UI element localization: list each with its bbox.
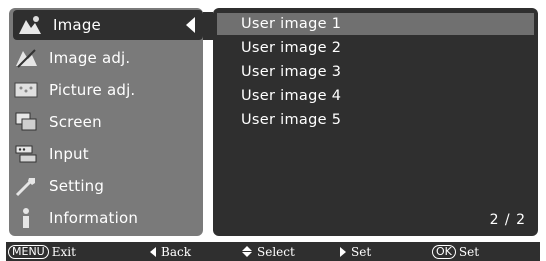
back-hint: Back: [150, 244, 191, 259]
menu-item-information[interactable]: Information: [9, 203, 203, 233]
menu-item-screen[interactable]: Screen: [9, 107, 203, 137]
menu-item-picture-adj[interactable]: Picture adj.: [9, 75, 203, 105]
menu-key-icon: MENU: [8, 244, 49, 259]
option-user-image-2[interactable]: User image 2: [227, 37, 527, 59]
exit-label: Exit: [51, 244, 76, 259]
information-icon: [9, 205, 43, 231]
menu-item-setting[interactable]: Setting: [9, 171, 203, 201]
left-arrow-icon: [150, 246, 156, 257]
menu-connector: [203, 12, 213, 40]
menu-item-label: Information: [49, 209, 139, 227]
ok-key-icon: OK: [432, 244, 456, 259]
up-down-arrow-icon: [242, 246, 252, 257]
page-indicator: 2 / 2: [489, 212, 526, 228]
exit-hint: MENU Exit: [8, 244, 76, 259]
setting-icon: [9, 173, 43, 199]
menu-item-label: Screen: [49, 113, 102, 131]
menu-item-input[interactable]: Input: [9, 139, 203, 169]
image-icon: [13, 12, 47, 38]
menu-item-label: Picture adj.: [49, 81, 136, 99]
screen-icon: [9, 109, 43, 135]
input-icon: [9, 141, 43, 167]
set-hint: Set: [340, 244, 371, 259]
option-user-image-5[interactable]: User image 5: [227, 109, 527, 131]
option-user-image-4[interactable]: User image 4: [227, 85, 527, 107]
select-label: Select: [257, 244, 295, 259]
button-guide-bar: MENU Exit Back Select Set OK Set: [6, 242, 540, 261]
submenu-panel: User image 1 User image 2 User image 3 U…: [213, 8, 538, 236]
main-menu-sidebar: Image Image adj. Picture adj. Screen Inp…: [9, 8, 203, 236]
menu-item-label: Setting: [49, 177, 105, 195]
menu-item-image-adj[interactable]: Image adj.: [9, 43, 203, 73]
ok-hint: OK Set: [432, 244, 479, 259]
right-arrow-icon: [340, 246, 346, 257]
back-label: Back: [161, 244, 191, 259]
menu-item-label: Image: [53, 16, 101, 34]
menu-item-label: Input: [49, 145, 89, 163]
menu-item-image[interactable]: Image: [13, 10, 203, 40]
option-user-image-1[interactable]: User image 1: [217, 13, 534, 35]
select-hint: Select: [242, 244, 295, 259]
option-user-image-3[interactable]: User image 3: [227, 61, 527, 83]
image-adj-icon: [9, 45, 43, 71]
submenu-arrow-icon: [186, 17, 195, 33]
menu-item-label: Image adj.: [49, 49, 131, 67]
set-label: Set: [351, 244, 372, 259]
picture-adj-icon: [9, 77, 43, 103]
ok-set-label: Set: [458, 244, 480, 259]
